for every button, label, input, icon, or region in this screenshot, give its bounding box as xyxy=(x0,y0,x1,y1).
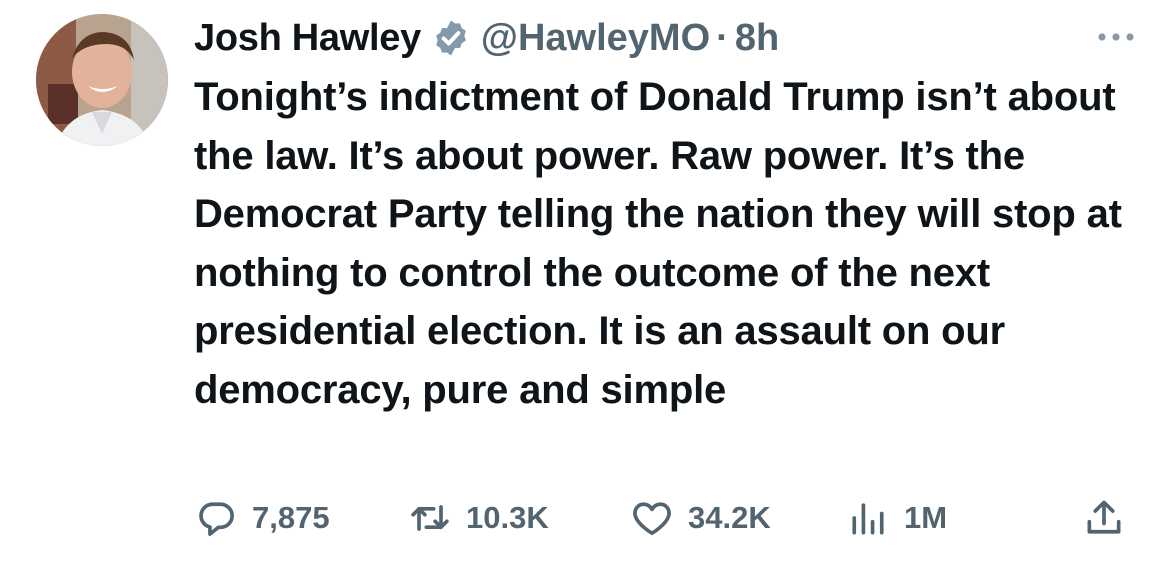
reply-count: 7,875 xyxy=(252,500,330,535)
avatar[interactable] xyxy=(36,14,168,146)
tweet-timestamp[interactable]: 8h xyxy=(735,17,779,60)
retweet-count: 10.3K xyxy=(466,500,549,535)
author-handle[interactable]: @HawleyMO xyxy=(481,17,710,60)
like-count: 34.2K xyxy=(688,500,771,535)
verified-badge-icon xyxy=(436,20,466,56)
views-button[interactable]: 1M xyxy=(846,492,947,544)
heart-icon xyxy=(633,502,671,536)
reply-button[interactable]: 7,875 xyxy=(194,492,330,544)
retweet-button[interactable]: 10.3K xyxy=(408,492,549,544)
like-button[interactable]: 34.2K xyxy=(630,492,771,544)
views-count: 1M xyxy=(904,500,948,535)
tweet-card: Josh Hawley @HawleyMO · 8h Tonight’s ind… xyxy=(0,0,1170,575)
views-bar-chart-icon xyxy=(852,503,884,535)
tweet-header: Josh Hawley @HawleyMO · 8h xyxy=(194,10,1140,66)
reply-icon xyxy=(199,502,234,536)
author-name[interactable]: Josh Hawley xyxy=(194,17,421,60)
tweet-actions: 7,875 10.3K 34.2K 1M xyxy=(194,492,1134,544)
share-icon xyxy=(1087,500,1121,534)
header-separator: · xyxy=(716,16,729,59)
more-options-icon[interactable] xyxy=(1092,22,1140,52)
retweet-icon xyxy=(411,505,449,531)
share-button[interactable] xyxy=(1082,492,1126,544)
tweet-text: Tonight’s indictment of Donald Trump isn… xyxy=(194,75,1122,412)
